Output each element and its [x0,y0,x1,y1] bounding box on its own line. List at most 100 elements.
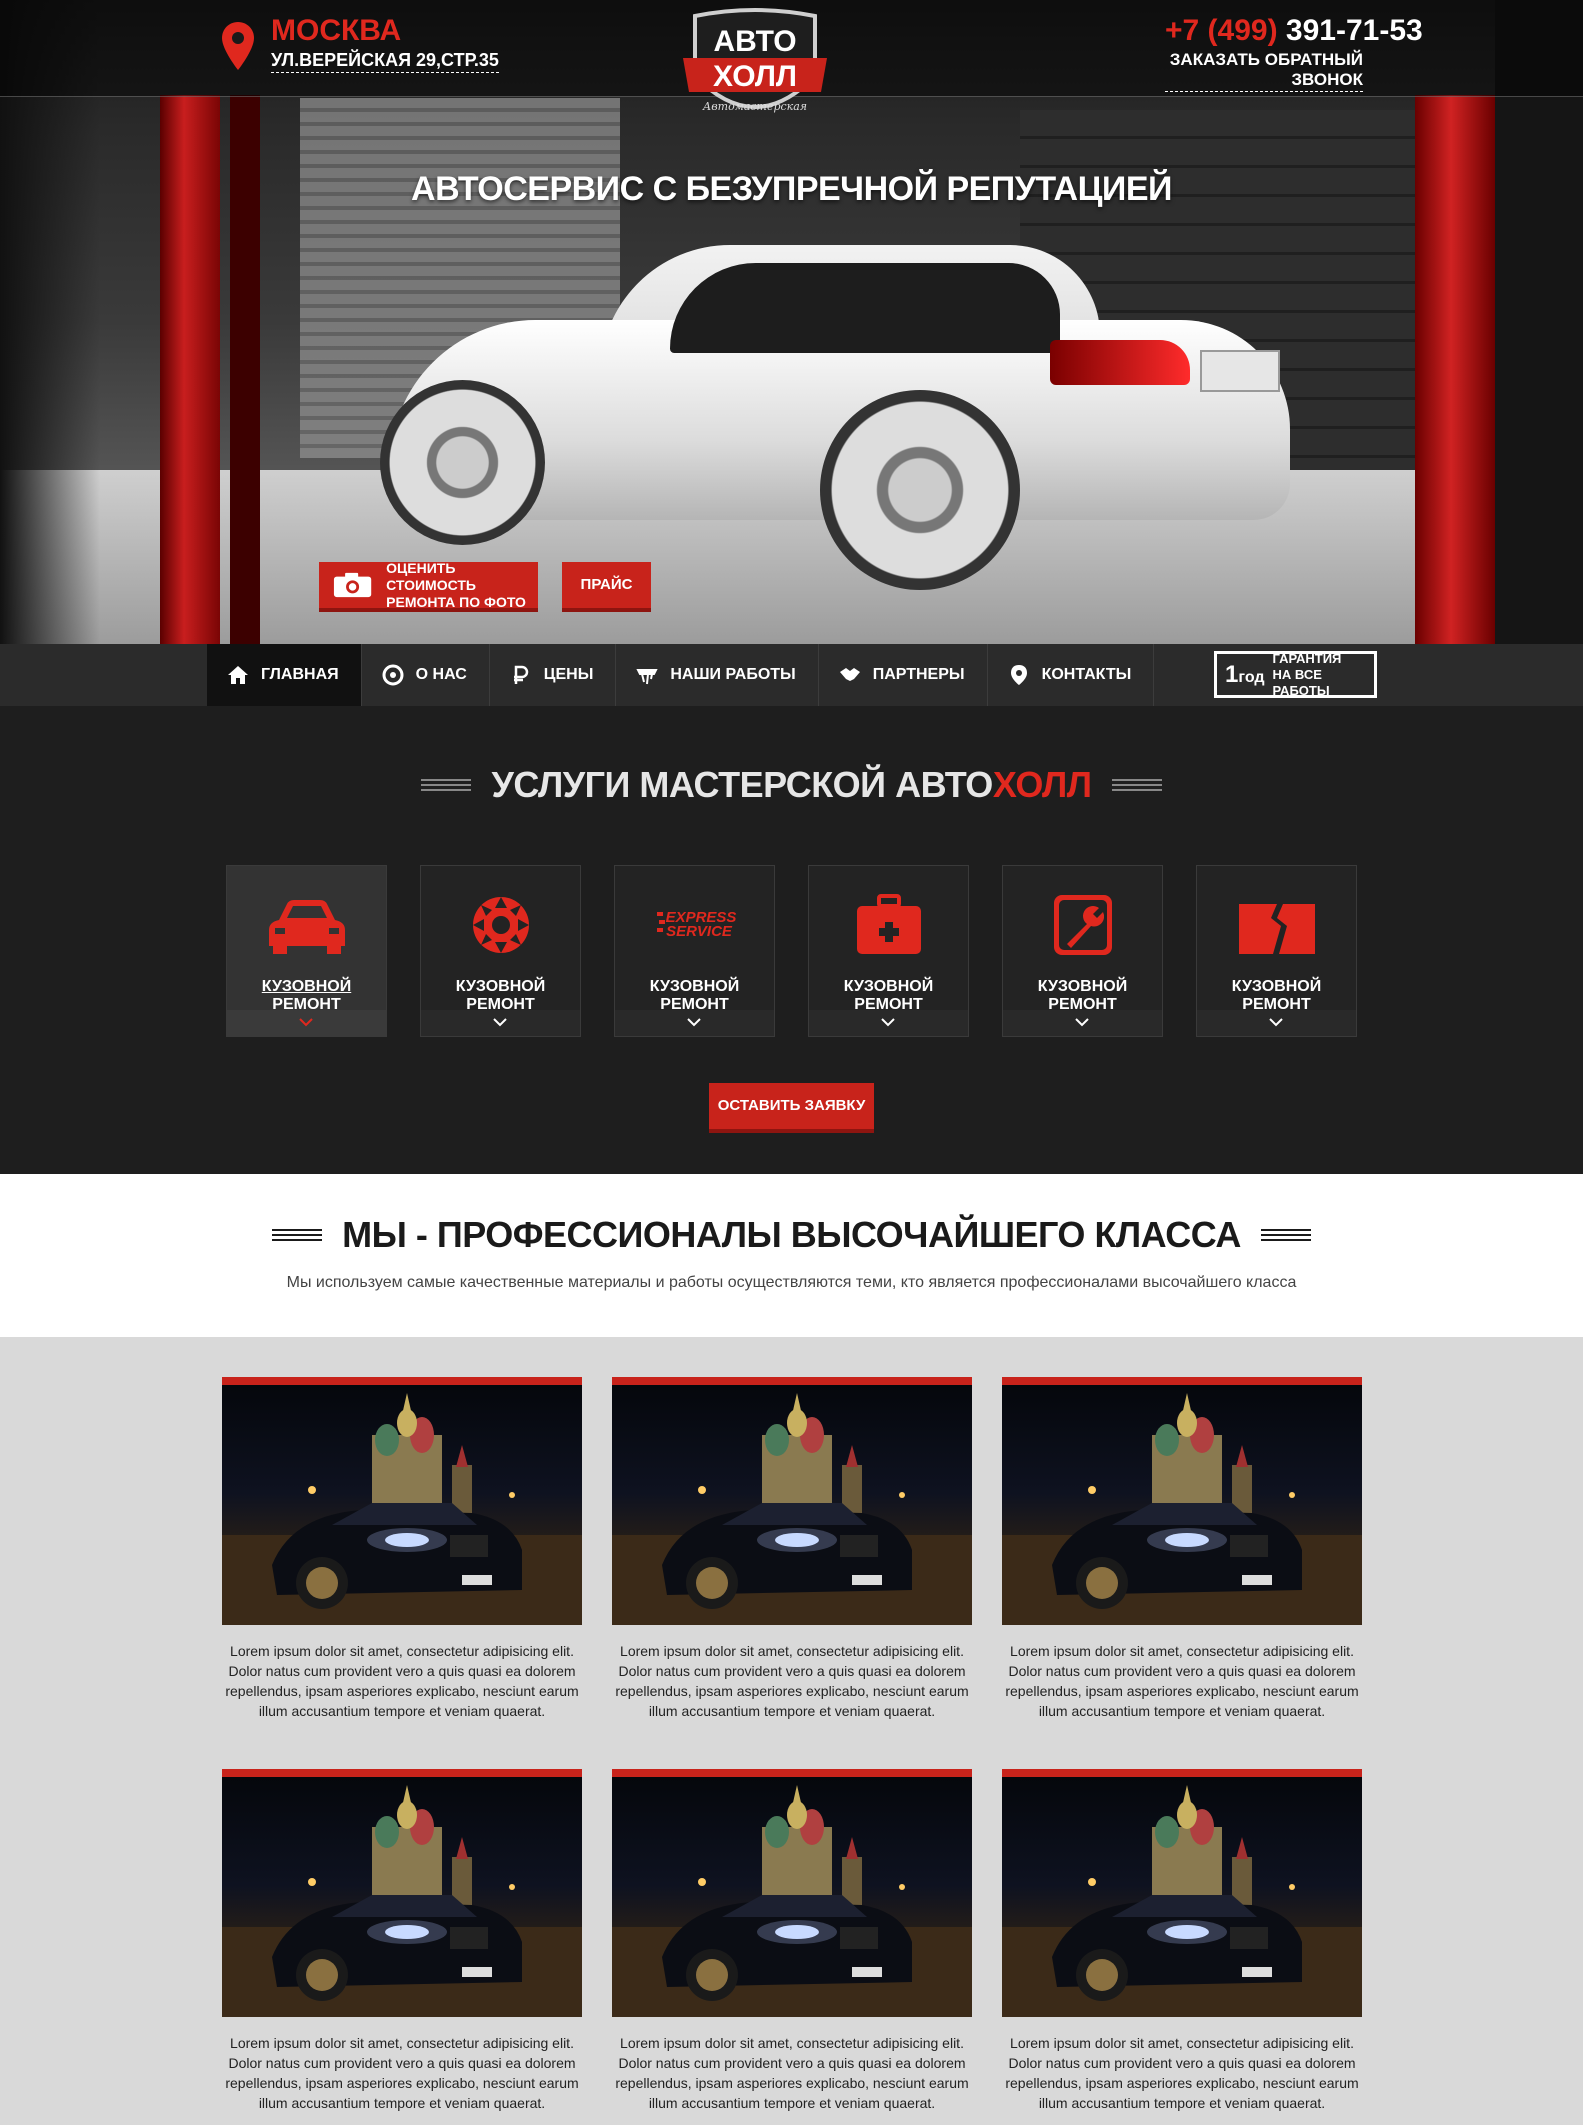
gallery-photo[interactable] [612,1769,972,2017]
service-card[interactable]: КУЗОВНОЙ РЕМОНТ [1196,865,1357,1037]
pin-icon [1010,665,1027,685]
chevron-down-icon [493,1018,507,1027]
logo-sub-text: Автомастерская [702,100,807,113]
gallery-photo[interactable] [222,1769,582,2017]
night-car-scene-image [612,1785,972,2017]
nav-item-contacts[interactable]: КОНТАКТЫ [988,644,1155,706]
gallery-item[interactable]: Lorem ipsum dolor sit amet, consectetur … [612,1769,972,2113]
nav-item-prices[interactable]: ЦЕНЫ [490,644,617,706]
gallery-photo[interactable] [1002,1377,1362,1625]
car-icon [269,900,345,954]
nav-label: НАШИ РАБОТЫ [670,666,796,683]
location-pin-icon [222,22,254,70]
service-card[interactable]: КУЗОВНОЙ РЕМОНТ [808,865,969,1037]
service-card-label: КУЗОВНОЙ РЕМОНТ [843,978,934,1013]
gallery-item[interactable]: Lorem ipsum dolor sit amet, consectetur … [222,1769,582,2113]
title-decor-right [1260,1228,1311,1242]
home-icon [228,666,248,684]
nav-item-works[interactable]: НАШИ РАБОТЫ [616,644,819,706]
ruble-icon [513,665,528,684]
service-card[interactable]: КУЗОВНОЙ РЕМОНТ [1002,865,1163,1037]
pros-title: МЫ - ПРОФЕССИОНАЛЫ ВЫСОЧАЙШЕГО КЛАССА [0,1214,1583,1256]
guarantee-year: 1год [1225,660,1265,688]
service-card-label: КУЗОВНОЙ РЕМОНТ [455,978,546,1013]
gallery-item[interactable]: Lorem ipsum dolor sit amet, consectetur … [612,1377,972,1721]
service-card[interactable]: EXPRESS SERVICE КУЗОВНОЙ РЕМОНТ [614,865,775,1037]
svg-text:SERVICE: SERVICE [666,923,733,940]
nav-item-about[interactable]: О НАС [362,644,490,706]
nav-label: ЦЕНЫ [543,666,594,683]
leave-request-button[interactable]: ОСТАВИТЬ ЗАЯВКУ [709,1083,874,1133]
service-card[interactable]: КУЗОВНОЙ РЕМОНТ [226,865,387,1037]
service-card-label: КУЗОВНОЙ РЕМОНТ [1231,978,1322,1013]
service-card-label: КУЗОВНОЙ РЕМОНТ [261,978,352,1013]
nav-label: КОНТАКТЫ [1041,666,1132,683]
express-service-icon: EXPRESS SERVICE [657,909,736,940]
gallery-item[interactable]: Lorem ipsum dolor sit amet, consectetur … [1002,1769,1362,2113]
guarantee-text: ГАРАНТИЯ НА ВСЕ РАБОТЫ [1272,650,1342,698]
tire-icon [382,664,404,686]
camera-icon [333,572,372,598]
night-car-scene-image [222,1785,582,2017]
night-car-scene-image [1002,1785,1362,2017]
hero-tagline: АВТОСЕРВИС С БЕЗУПРЕЧНОЙ РЕПУТАЦИЕЙ [411,170,1172,208]
title-decor-left [421,778,472,792]
gallery-caption: Lorem ipsum dolor sit amet, consectetur … [1005,2035,1359,2111]
estimate-by-photo-label: ОЦЕНИТЬ СТОИМОСТЬ РЕМОНТА ПО ФОТО [386,559,526,610]
nav-item-partners[interactable]: ПАРТНЕРЫ [819,644,988,706]
callback-link[interactable]: ЗАКАЗАТЬ ОБРАТНЫЙ ЗВОНОК [1165,50,1363,92]
gallery-caption: Lorem ipsum dolor sit amet, consectetur … [615,1643,969,1719]
nav-label: ПАРТНЕРЫ [872,666,965,683]
gallery-photo[interactable] [1002,1769,1362,2017]
estimate-by-photo-button[interactable]: ОЦЕНИТЬ СТОИМОСТЬ РЕМОНТА ПО ФОТО [319,559,538,612]
chevron-down-icon [1269,1018,1283,1027]
gallery-photo[interactable] [612,1377,972,1625]
logo-bottom-text: ХОЛЛ [713,60,797,93]
logo-top-text: АВТО [713,25,796,58]
price-button[interactable]: ПРАЙС [562,562,651,612]
services-title: УСЛУГИ МАСТЕРСКОЙ АВТО ХОЛЛ [0,764,1583,806]
broken-glass-icon [1239,904,1315,954]
service-card-label: КУЗОВНОЙ РЕМОНТ [649,978,740,1013]
gallery-item[interactable]: Lorem ipsum dolor sit amet, consectetur … [1002,1377,1362,1721]
service-card[interactable]: КУЗОВНОЙ РЕМОНТ [420,865,581,1037]
site-logo[interactable]: АВТО ХОЛЛ Автомастерская [675,6,835,136]
hero-section: МОСКВА УЛ.ВЕРЕЙСКАЯ 29,СТР.35 АВТО ХОЛЛ … [0,0,1583,644]
services-cards: КУЗОВНОЙ РЕМОНТ КУЗОВНОЙ РЕМОНТ EXPRESS … [226,865,1357,1037]
saw-blade-icon [473,897,529,953]
chevron-down-icon [299,1018,313,1027]
tools-icon [636,669,658,685]
nav-label: ГЛАВНАЯ [261,666,339,683]
chevron-down-icon [1075,1018,1089,1027]
services-section: УСЛУГИ МАСТЕРСКОЙ АВТО ХОЛЛ КУЗОВНОЙ РЕМО… [0,706,1583,1174]
night-car-scene-image [1002,1393,1362,1625]
gallery-section: Lorem ipsum dolor sit amet, consectetur … [0,1337,1583,2125]
title-decor-right [1111,778,1162,792]
title-decor-left [272,1228,323,1242]
service-card-label: КУЗОВНОЙ РЕМОНТ [1037,978,1128,1013]
phone-number: 391-71-53 [1285,14,1423,47]
night-car-scene-image [612,1393,972,1625]
pros-subtitle: Мы используем самые качественные материа… [286,1274,1297,1291]
first-aid-icon [857,894,921,954]
phone-code: +7 (499) [1165,14,1278,47]
gallery-caption: Lorem ipsum dolor sit amet, consectetur … [1005,1643,1359,1719]
header-city: МОСКВА [271,14,402,47]
nav-item-home[interactable]: ГЛАВНАЯ [207,644,362,706]
header-address[interactable]: УЛ.ВЕРЕЙСКАЯ 29,СТР.35 [271,50,499,73]
gallery-caption: Lorem ipsum dolor sit amet, consectetur … [615,2035,969,2111]
handshake-icon [839,668,860,681]
guarantee-badge: 1год ГАРАНТИЯ НА ВСЕ РАБОТЫ [1214,651,1377,698]
wrench-icon [1054,895,1112,955]
night-car-scene-image [222,1393,582,1625]
chevron-down-icon [881,1018,895,1027]
gallery-photo[interactable] [222,1377,582,1625]
gallery-caption: Lorem ipsum dolor sit amet, consectetur … [225,1643,579,1719]
nav-label: О НАС [415,666,467,683]
hero-car-image [370,225,1300,590]
chevron-down-icon [687,1018,701,1027]
header-phone[interactable]: +7 (499) 391-71-53 [1165,14,1423,48]
pros-section: МЫ - ПРОФЕССИОНАЛЫ ВЫСОЧАЙШЕГО КЛАССА Мы… [0,1174,1583,1337]
gallery-caption: Lorem ipsum dolor sit amet, consectetur … [225,2035,579,2111]
gallery-item[interactable]: Lorem ipsum dolor sit amet, consectetur … [222,1377,582,1721]
